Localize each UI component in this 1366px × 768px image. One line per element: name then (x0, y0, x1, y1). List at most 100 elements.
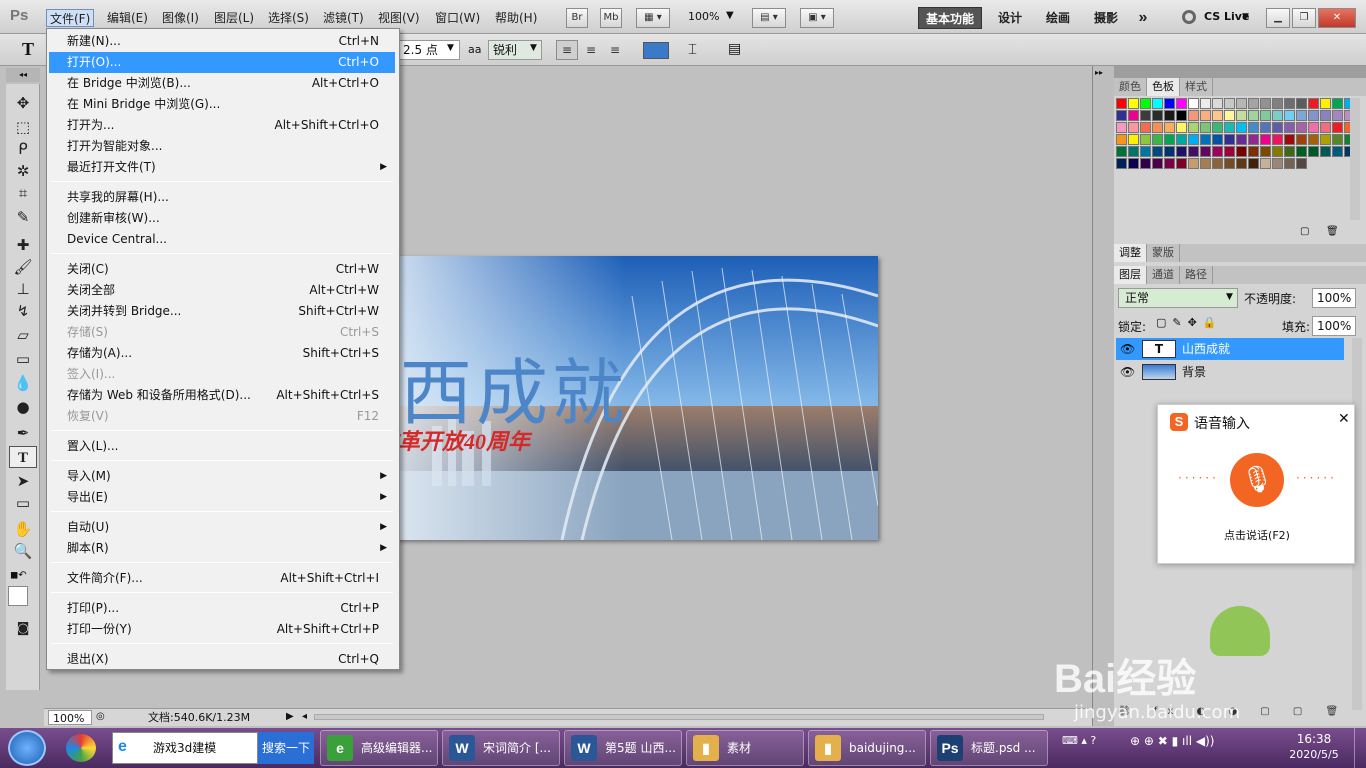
swatch[interactable] (1140, 98, 1151, 109)
swatch[interactable] (1224, 146, 1235, 157)
horizontal-scrollbar[interactable] (314, 714, 1044, 720)
marquee-tool-icon[interactable]: ⬚ (9, 116, 37, 138)
document-image[interactable]: 西成就 改革开放40周年 (372, 256, 878, 540)
swatch[interactable] (1332, 122, 1343, 133)
layer-row[interactable]: 👁 T 山西成就 (1116, 338, 1344, 360)
tab-color[interactable]: 颜色 (1114, 78, 1147, 96)
swatch[interactable] (1236, 110, 1247, 121)
file-menu-item[interactable]: 文件简介(F)... Alt+Shift+Ctrl+I (49, 568, 395, 589)
menu-select[interactable]: 选择(S) (265, 9, 312, 27)
swatch[interactable] (1176, 110, 1187, 121)
file-menu-item[interactable]: 打印(P)... Ctrl+P (49, 598, 395, 619)
eraser-tool-icon[interactable]: ▱ (9, 324, 37, 346)
pen-tool-icon[interactable]: ✒ (9, 422, 37, 444)
swatch[interactable] (1128, 122, 1139, 133)
tab-masks[interactable]: 蒙版 (1147, 244, 1180, 262)
extras-icon[interactable]: ▦ ▾ (636, 8, 670, 28)
healing-brush-tool-icon[interactable]: ✚ (9, 234, 37, 256)
zoom-dropdown-icon[interactable]: ▼ (726, 10, 734, 21)
swatch[interactable] (1332, 134, 1343, 145)
menu-view[interactable]: 视图(V) (375, 9, 423, 27)
swatch[interactable] (1260, 158, 1271, 169)
taskbar-item[interactable]: W 第5题 山西... (564, 730, 682, 766)
swatch[interactable] (1152, 146, 1163, 157)
file-menu-item[interactable]: 导入(M) ▶ (49, 466, 395, 487)
search-input[interactable]: 游戏3d建模 (112, 732, 258, 764)
file-menu-item[interactable]: 新建(N)... Ctrl+N (49, 31, 395, 52)
swatch[interactable] (1212, 146, 1223, 157)
screen-mode-icon[interactable]: ▣ ▾ (800, 8, 834, 28)
swatch[interactable] (1176, 158, 1187, 169)
swatch[interactable] (1332, 146, 1343, 157)
swatch[interactable] (1284, 134, 1295, 145)
tab-adjustments[interactable]: 调整 (1114, 244, 1147, 262)
layer-visibility-icon[interactable]: 👁 (1120, 361, 1135, 383)
swatch[interactable] (1212, 110, 1223, 121)
cslive-dropdown-icon[interactable]: ▼ (1242, 12, 1249, 22)
minimize-button[interactable]: ▁ (1266, 8, 1290, 28)
clone-stamp-tool-icon[interactable]: ⊥ (9, 278, 37, 300)
swatch[interactable] (1116, 110, 1127, 121)
swatch[interactable] (1140, 110, 1151, 121)
swatch[interactable] (1308, 110, 1319, 121)
swatch[interactable] (1308, 98, 1319, 109)
clock-date[interactable]: 2020/5/5 (1282, 748, 1346, 761)
swatches-scrollbar[interactable] (1350, 98, 1360, 220)
swatch[interactable] (1272, 122, 1283, 133)
fill-field[interactable]: 100% (1312, 316, 1356, 336)
swatch[interactable] (1224, 98, 1235, 109)
dodge-tool-icon[interactable]: ● (9, 396, 37, 418)
swatch[interactable] (1188, 98, 1199, 109)
file-menu-item[interactable]: 脚本(R) ▶ (49, 538, 395, 559)
file-menu-item[interactable]: 关闭(C) Ctrl+W (49, 259, 395, 280)
swatch[interactable] (1188, 134, 1199, 145)
blur-tool-icon[interactable]: 💧 (9, 372, 37, 394)
show-desktop-button[interactable] (1354, 728, 1366, 768)
swatch[interactable] (1248, 110, 1259, 121)
swatch[interactable] (1248, 134, 1259, 145)
swatch[interactable] (1248, 158, 1259, 169)
swatch[interactable] (1260, 110, 1271, 121)
file-menu-item[interactable]: 打开为智能对象... (49, 136, 395, 157)
swatch[interactable] (1296, 158, 1307, 169)
swatch[interactable] (1164, 158, 1175, 169)
swatch[interactable] (1212, 134, 1223, 145)
swatch[interactable] (1128, 110, 1139, 121)
workspace-design[interactable]: 设计 (992, 7, 1028, 29)
shape-tool-icon[interactable]: ▭ (9, 492, 37, 514)
file-menu-item[interactable]: 自动(U) ▶ (49, 517, 395, 538)
layer-row[interactable]: 👁 背景 (1116, 361, 1344, 383)
swatch[interactable] (1176, 122, 1187, 133)
restore-button[interactable]: ❐ (1292, 8, 1316, 28)
swatch[interactable] (1200, 146, 1211, 157)
swatch[interactable] (1140, 134, 1151, 145)
swatch[interactable] (1296, 146, 1307, 157)
taskbar-item[interactable]: ▮ baidujing... (808, 730, 926, 766)
swatch[interactable] (1320, 110, 1331, 121)
swatch[interactable] (1224, 110, 1235, 121)
foreground-color[interactable] (8, 586, 28, 606)
new-swatch-icon[interactable]: ▢ (1300, 226, 1309, 237)
swatch[interactable] (1260, 122, 1271, 133)
swatch[interactable] (1248, 122, 1259, 133)
search-button[interactable]: 搜索一下 (258, 732, 314, 764)
swatch[interactable] (1200, 98, 1211, 109)
tab-swatches[interactable]: 色板 (1147, 78, 1180, 96)
zoom-tool-icon[interactable]: 🔍 (9, 540, 37, 562)
swatch[interactable] (1164, 146, 1175, 157)
app-launcher-icon[interactable] (66, 734, 96, 762)
swatch[interactable] (1188, 146, 1199, 157)
file-menu-item[interactable]: 关闭全部 Alt+Ctrl+W (49, 280, 395, 301)
swatch[interactable] (1176, 146, 1187, 157)
swatch[interactable] (1128, 134, 1139, 145)
file-menu-item[interactable]: 关闭并转到 Bridge... Shift+Ctrl+W (49, 301, 395, 322)
swatch[interactable] (1236, 98, 1247, 109)
character-panel-icon[interactable]: ▤ (728, 41, 741, 57)
menu-filter[interactable]: 滤镜(T) (320, 9, 367, 27)
file-menu-item[interactable]: Device Central... (49, 229, 395, 250)
swatch[interactable] (1272, 110, 1283, 121)
swatch[interactable] (1212, 158, 1223, 169)
swatch[interactable] (1212, 122, 1223, 133)
file-menu-item[interactable]: 退出(X) Ctrl+Q (49, 649, 395, 670)
swatches-grid[interactable] (1116, 98, 1355, 182)
